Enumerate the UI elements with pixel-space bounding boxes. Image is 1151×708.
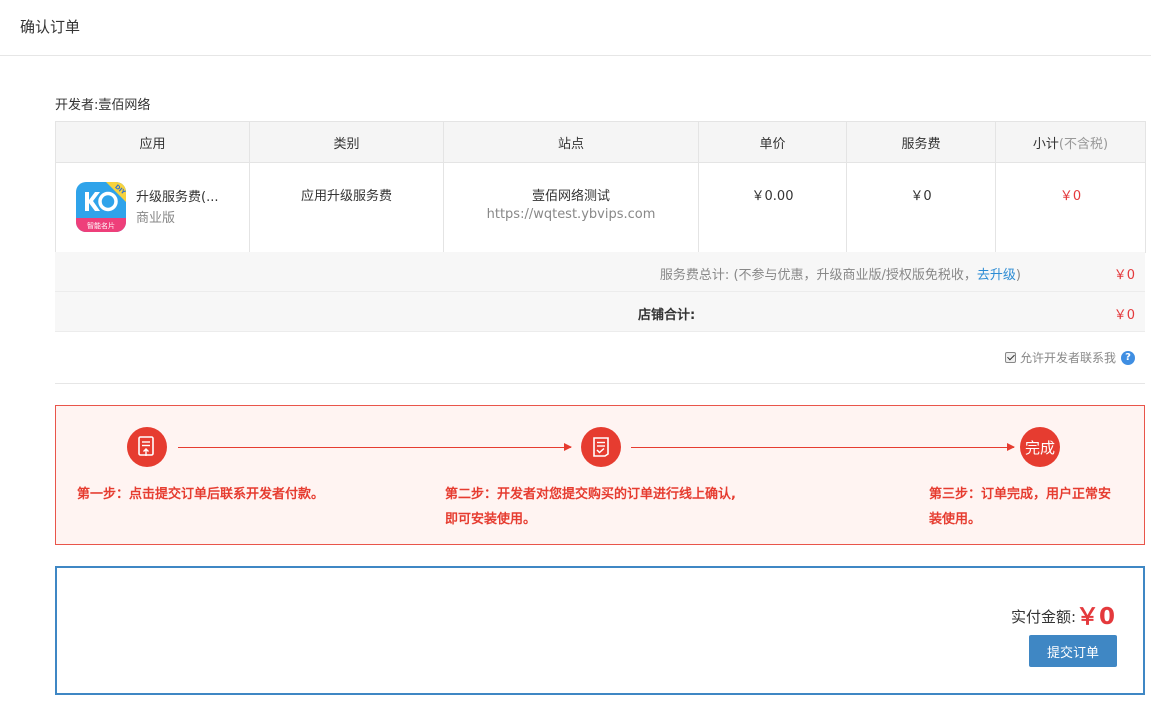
header-category: 类别 [249, 121, 444, 163]
service-fee-total-amount: ￥0 [1113, 268, 1135, 283]
subtotal-value: ￥0 [1059, 189, 1082, 204]
service-fee-value: ￥0 [910, 189, 932, 204]
app-icon[interactable]: DIY 智能名片 [76, 182, 126, 232]
page-title: 确认订单 [20, 18, 81, 36]
payment-box: 实付金额: ￥0 提交订单 [55, 566, 1145, 695]
contact-developer-checkbox[interactable] [1004, 352, 1016, 363]
developer-label: 开发者:壹佰网络 [55, 98, 151, 113]
step1-order-icon [127, 427, 167, 467]
checklist-icon [593, 437, 609, 457]
unit-price-value: ￥0.00 [751, 189, 794, 204]
page-header: 确认订单 [0, 0, 1151, 56]
app-edition: 商业版 [136, 211, 176, 226]
service-fee-total-label: 服务费总计: (不参与优惠，升级商业版/授权版免税收，去升级) [660, 264, 1021, 283]
header-site: 站点 [443, 121, 699, 163]
service-fee-total-note-end: ) [1015, 268, 1021, 283]
step3-text-line1: 第三步：订单完成，用户正常安 [929, 487, 1112, 502]
help-icon[interactable]: ? [1121, 350, 1135, 365]
unit-price-cell: ￥0.00 [698, 162, 847, 253]
step2-confirm-icon [581, 427, 621, 467]
payment-amount: ￥0 [1075, 604, 1115, 630]
site-name: 壹佰网络测试 [531, 189, 610, 204]
category-value: 应用升级服务费 [300, 189, 392, 204]
step3-text: 第三步：订单完成，用户正常安 装使用。 [929, 482, 1111, 532]
step3-done-icon: 完成 [1020, 427, 1060, 467]
step2-text-line1: 第二步：开发者对您提交购买的订单进行线上确认, [445, 487, 736, 502]
table-header-row: 应用 类别 站点 单价 服务费 小计(不含税) [55, 121, 1146, 163]
document-icon [138, 436, 154, 456]
payment-label: 实付金额: [1010, 608, 1076, 626]
header-service-fee: 服务费 [846, 121, 996, 163]
header-subtotal: 小计(不含税) [995, 121, 1146, 163]
service-fee-total-row: 服务费总计: (不参与优惠，升级商业版/授权版免税收，去升级) ￥0 [55, 252, 1145, 292]
header-subtotal-note: (不含税) [1058, 136, 1109, 152]
submit-order-button[interactable]: 提交订单 [1029, 635, 1117, 667]
contact-developer-label[interactable]: 允许开发者联系我 [1020, 349, 1116, 366]
app-icon-label: 智能名片 [87, 221, 115, 230]
subtotal-cell: ￥0 [995, 162, 1146, 253]
header-subtotal-label: 小计 [1032, 136, 1059, 152]
order-steps: 完成 第一步：点击提交订单后联系开发者付款。 第二步：开发者对您提交购买的订单进… [55, 405, 1145, 545]
site-cell: 壹佰网络测试 https://wqtest.ybvips.com [443, 162, 699, 253]
header-app: 应用 [55, 121, 250, 163]
upgrade-link[interactable]: 去升级 [977, 268, 1016, 283]
contact-developer-row: 允许开发者联系我 ? [55, 334, 1145, 384]
app-name[interactable]: 升级服务费(... [136, 186, 218, 205]
service-fee-cell: ￥0 [846, 162, 996, 253]
service-fee-total-title: 服务费总计: [659, 268, 730, 283]
store-total-label: 店铺合计: [638, 308, 696, 323]
category-cell: 应用升级服务费 [249, 162, 444, 253]
order-table: 应用 类别 站点 单价 服务费 小计(不含税) DIY 智能名片 升级服务费(.… [55, 121, 1146, 253]
step-arrow-1 [178, 443, 572, 451]
app-cell: DIY 智能名片 升级服务费(... 商业版 [55, 162, 250, 253]
step1-text: 第一步：点击提交订单后联系开发者付款。 [77, 487, 325, 502]
step-arrow-2 [631, 443, 1015, 451]
step2-text-line2: 即可安装使用。 [445, 512, 537, 527]
store-total-amount: ￥0 [1113, 308, 1135, 323]
store-total-row: 店铺合计: ￥0 [55, 292, 1145, 332]
header-unit-price: 单价 [698, 121, 847, 163]
table-row: DIY 智能名片 升级服务费(... 商业版 应用升级服务费 壹佰网络测试 ht… [55, 162, 1146, 253]
app-logo-graphic: DIY 智能名片 [76, 182, 126, 232]
site-url: https://wqtest.ybvips.com [486, 207, 656, 222]
step2-text: 第二步：开发者对您提交购买的订单进行线上确认, 即可安装使用。 [445, 482, 736, 532]
step3-text-line2: 装使用。 [929, 512, 982, 527]
contact-developer-option: 允许开发者联系我 ? [1004, 349, 1135, 366]
service-fee-total-note: (不参与优惠，升级商业版/授权版免税收， [733, 268, 977, 283]
